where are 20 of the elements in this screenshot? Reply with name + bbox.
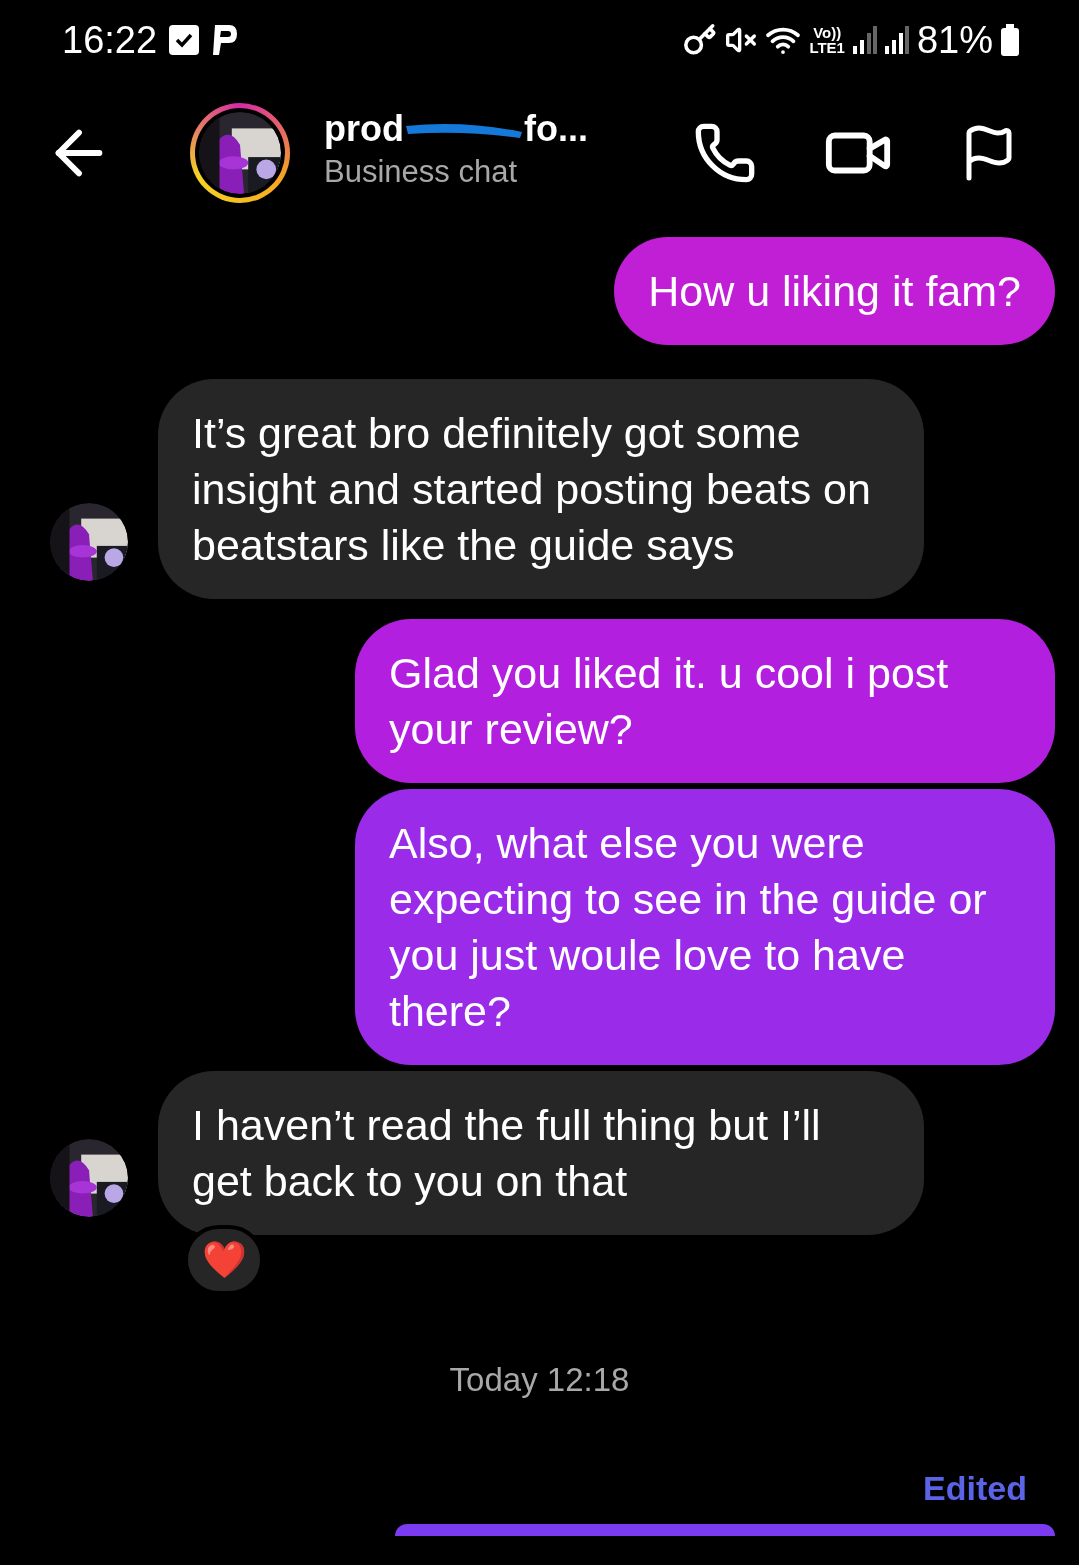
clock: 16:22 — [62, 17, 158, 63]
sent-message[interactable]: Also, what else you were expecting to see in the guide or you just woule love to have there? — [355, 789, 1055, 1065]
key-icon — [683, 23, 718, 57]
network-label: Vo)) LTE1 — [809, 25, 845, 55]
received-message[interactable]: It’s great bro definitely got some insight and started posting beats on beatstars like the guide says — [158, 379, 924, 599]
sent-message[interactable]: Glad you liked it. u cool i post your review? — [355, 619, 1055, 783]
edited-label: Edited — [923, 1467, 1027, 1509]
battery-icon — [1001, 24, 1019, 56]
contact-name: fo... — [524, 109, 588, 150]
signal-icon — [884, 26, 909, 54]
signal-icon — [852, 26, 877, 54]
timestamp: Today 12:18 — [449, 1360, 630, 1400]
p-logo-icon — [211, 23, 240, 57]
contact-name: prod — [324, 109, 404, 150]
checkbox-notification-icon — [169, 25, 200, 55]
business-chat-label: Business chat — [324, 153, 518, 192]
sent-message[interactable]: How u liking it fam? — [614, 237, 1055, 345]
battery-percent: 81% — [916, 17, 993, 63]
received-message[interactable]: I haven’t read the full thing but I’ll get back to you on that — [158, 1071, 924, 1235]
sent-message[interactable] — [395, 1523, 1055, 1536]
